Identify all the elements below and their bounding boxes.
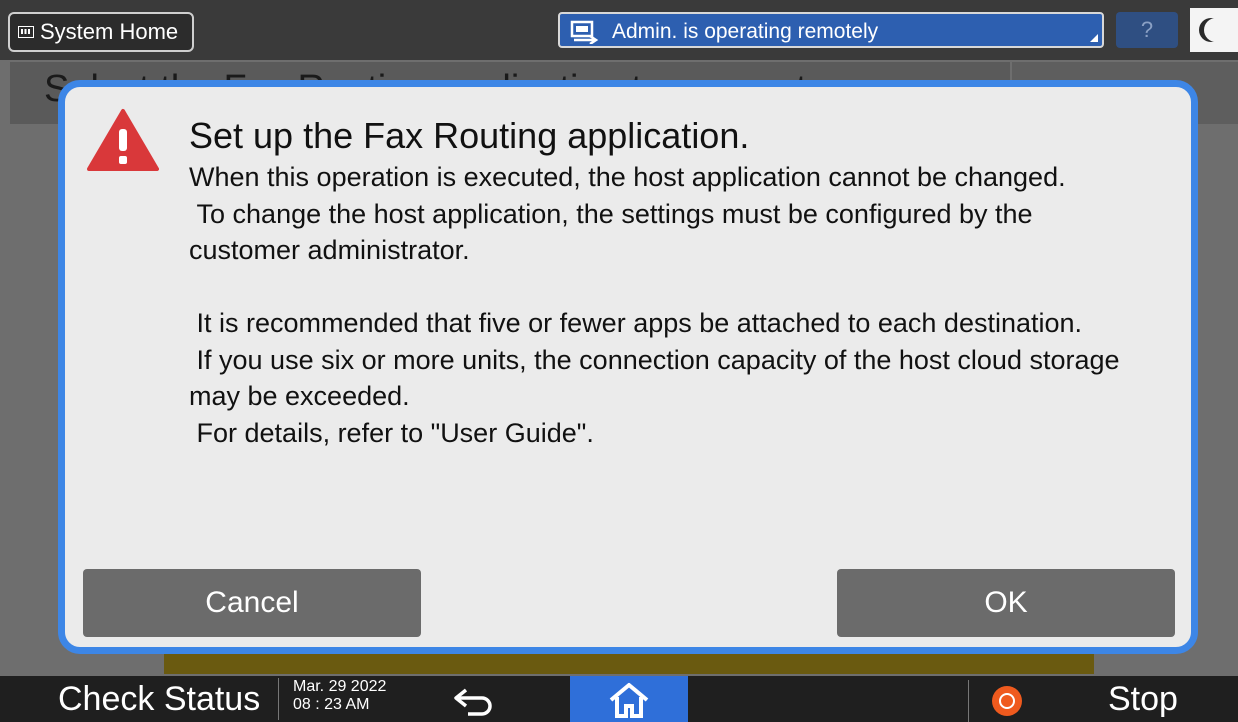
stop-inner-ring: [999, 693, 1015, 709]
system-home-button[interactable]: System Home: [8, 12, 195, 52]
moon-icon: [1204, 18, 1228, 42]
energy-saver-button[interactable]: [1190, 8, 1238, 52]
dialog-message: When this operation is executed, the hos…: [189, 162, 1120, 448]
remote-screen-icon: [570, 20, 599, 44]
system-home-label: System Home: [40, 19, 179, 44]
bottom-bar: Check Status Mar. 29 2022 08 : 23 AM Sto…: [0, 676, 1238, 722]
remote-operation-banner[interactable]: Admin. is operating remotely: [558, 12, 1104, 48]
cancel-button[interactable]: Cancel: [83, 569, 421, 637]
confirmation-dialog: Set up the Fax Routing application. When…: [58, 80, 1198, 654]
time-text: 08 : 23 AM: [293, 696, 370, 713]
warning-icon: [87, 109, 159, 171]
dialog-title: Set up the Fax Routing application.: [189, 115, 750, 156]
expand-corner-icon: [1090, 34, 1098, 42]
remote-status-text: Admin. is operating remotely: [612, 20, 879, 43]
home-icon: [609, 683, 649, 718]
home-button[interactable]: [570, 676, 688, 722]
stop-icon[interactable]: [992, 686, 1022, 716]
check-status-button[interactable]: Check Status: [58, 676, 260, 722]
divider: [968, 680, 969, 722]
top-bar: System Home Admin. is operating remotely…: [0, 0, 1238, 60]
date-time: Mar. 29 2022 08 : 23 AM: [278, 678, 386, 720]
help-button[interactable]: ?: [1116, 12, 1178, 48]
apps-grid-icon: [18, 26, 34, 38]
back-icon[interactable]: [452, 684, 496, 716]
date-text: Mar. 29 2022: [293, 678, 387, 695]
ok-button[interactable]: OK: [837, 569, 1175, 637]
stop-button[interactable]: Stop: [1108, 676, 1178, 722]
